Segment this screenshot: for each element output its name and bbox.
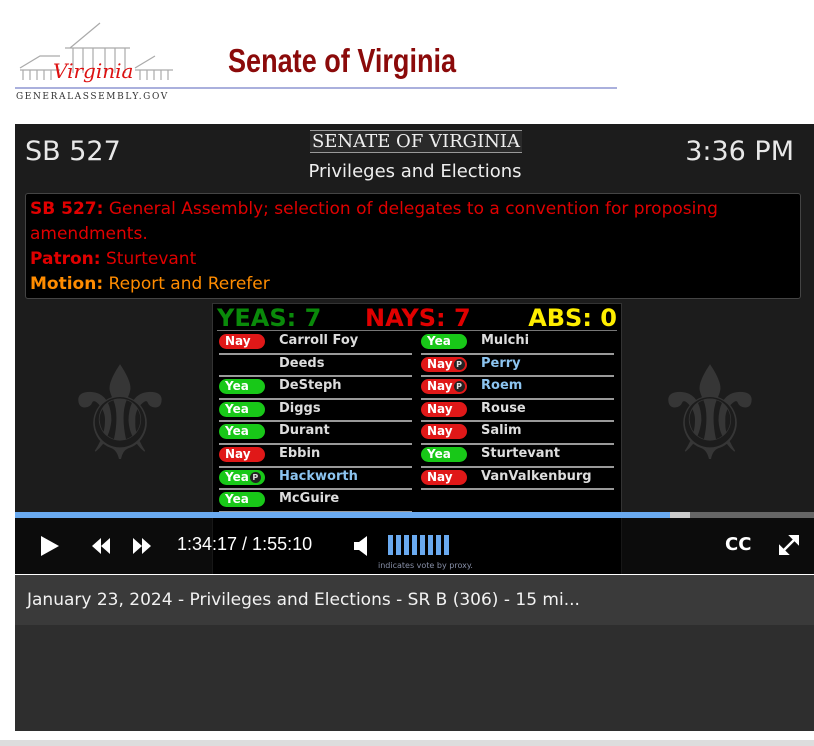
patron-label: Patron: <box>30 249 101 269</box>
site-title: Senate of Virginia <box>228 42 457 79</box>
vote-column-right: Yea Mulchi Nay P Perry Nay P Roem Nay Rouse Nay Sal… <box>421 332 614 491</box>
fast-forward-icon[interactable] <box>132 537 152 555</box>
time-display: 1:34:17 / 1:55:10 <box>177 534 313 554</box>
vote-value: Nay <box>427 401 453 416</box>
virginia-general-assembly-logo[interactable]: Virginia <box>15 18 175 103</box>
vote-row: Nay Ebbin <box>219 445 412 468</box>
vote-badge: Nay <box>421 469 467 485</box>
senator-name: Rouse <box>481 400 526 416</box>
vote-row: Yea P Hackworth <box>219 468 412 491</box>
senator-name: DeSteph <box>279 378 342 394</box>
senator-name: McGuire <box>279 491 340 507</box>
proxy-icon: P <box>453 358 465 370</box>
vote-value: Nay <box>225 334 251 348</box>
vote-row: Deeds <box>219 355 412 378</box>
vote-value: Yea <box>427 334 451 348</box>
senator-name: Diggs <box>279 400 321 416</box>
motion: Report and Rerefer <box>108 274 270 294</box>
vote-row: Yea DeSteph <box>219 377 412 400</box>
bill-info-box: SB 527: General Assembly; selection of d… <box>25 193 801 299</box>
vote-badge: Yea <box>219 492 265 508</box>
vote-row: Yea Diggs <box>219 400 412 423</box>
logo-domain-text: GENERALASSEMBLY.GOV <box>16 92 169 102</box>
senator-name: Mulchi <box>481 333 530 348</box>
fullscreen-icon[interactable] <box>779 535 799 555</box>
vote-badge: Yea P <box>219 469 265 485</box>
vote-row: Nay P Roem <box>421 377 614 400</box>
vote-badge: Yea <box>421 334 467 349</box>
abs-count: ABS: 0 <box>528 304 617 332</box>
proxy-icon: P <box>249 471 261 483</box>
vote-row: Yea Sturtevant <box>421 445 614 468</box>
vote-row: Nay Salim <box>421 422 614 445</box>
playlist-area <box>15 625 814 731</box>
vote-value: Nay <box>225 446 251 461</box>
senator-name: VanValkenburg <box>481 468 592 484</box>
closed-captions-button[interactable]: CC <box>725 534 751 555</box>
vote-badge: Yea <box>219 379 265 395</box>
vote-badge: Nay <box>421 424 467 440</box>
senator-name: Roem <box>481 378 523 394</box>
senator-name: Durant <box>279 423 330 439</box>
volume-slider[interactable] <box>388 535 449 555</box>
bill-number: SB 527 <box>25 136 121 167</box>
vote-value: Yea <box>225 401 249 416</box>
vote-value: Yea <box>225 492 249 507</box>
vote-value: Yea <box>225 379 249 394</box>
vote-badge: Nay <box>219 446 265 462</box>
senator-name: Sturtevant <box>481 445 560 461</box>
page-scrollbar[interactable] <box>0 740 814 746</box>
senator-name: Deeds <box>279 355 325 371</box>
senator-name: Hackworth <box>279 468 358 484</box>
senator-name: Perry <box>481 355 521 371</box>
vote-badge: Nay <box>219 334 265 349</box>
vote-badge: Nay P <box>421 356 467 372</box>
crest-right-icon: ⚜ <box>651 338 769 490</box>
committee-name: Privileges and Elections <box>308 161 522 182</box>
vote-tallies: YEAS: 7 NAYS: 7 ABS: 0 <box>217 304 617 332</box>
yeas-count: YEAS: 7 <box>217 304 322 332</box>
crest-left-icon: ⚜ <box>61 338 179 490</box>
header-divider <box>15 87 617 89</box>
vote-value: Nay <box>427 379 453 394</box>
play-icon[interactable] <box>39 535 61 557</box>
vote-badge: Yea <box>219 424 265 440</box>
vote-row: Nay Rouse <box>421 400 614 423</box>
vote-value: Nay <box>427 469 453 484</box>
chamber-name: SENATE OF VIRGINIA <box>310 130 522 153</box>
proxy-note: indicates vote by proxy. <box>378 561 473 570</box>
vote-row: Nay VanValkenburg <box>421 468 614 491</box>
rewind-icon[interactable] <box>91 537 111 555</box>
senator-name: Salim <box>481 423 522 439</box>
senator-name: Carroll Foy <box>279 333 359 348</box>
vote-row: Nay Carroll Foy <box>219 332 412 355</box>
vote-badge: Nay P <box>421 379 467 395</box>
senator-name: Ebbin <box>279 445 321 461</box>
vote-row: Yea Durant <box>219 422 412 445</box>
vote-value: Yea <box>225 424 249 439</box>
vote-row: Nay P Perry <box>421 355 614 378</box>
vote-badge: Nay <box>421 401 467 417</box>
vote-column-left: Nay Carroll Foy Deeds Yea DeSteph Yea Diggs Yea… <box>219 332 412 513</box>
vote-value: Nay <box>427 356 453 371</box>
vote-badge: Yea <box>219 401 265 417</box>
bill-label: SB 527: <box>30 199 104 219</box>
nays-count: NAYS: 7 <box>365 304 471 332</box>
video-player[interactable]: ⚜ ⚜ SB 527 SENATE OF VIRGINIA Privileges… <box>15 124 814 574</box>
vote-row: Yea Mulchi <box>421 332 614 355</box>
vote-value: Yea <box>427 446 451 461</box>
clock: 3:36 PM <box>685 136 794 167</box>
bill-description: General Assembly; selection of delegates… <box>30 199 718 244</box>
vote-row: Yea McGuire <box>219 490 412 513</box>
logo-script: Virginia <box>53 59 133 83</box>
vote-value: Nay <box>427 424 453 439</box>
motion-label: Motion: <box>30 274 104 294</box>
video-title[interactable]: January 23, 2024 - Privileges and Electi… <box>15 575 814 625</box>
vote-badge: Yea <box>421 446 467 462</box>
proxy-icon: P <box>453 381 465 393</box>
patron: Sturtevant <box>105 249 197 269</box>
vote-value: Yea <box>225 469 249 484</box>
volume-icon[interactable] <box>353 535 369 557</box>
